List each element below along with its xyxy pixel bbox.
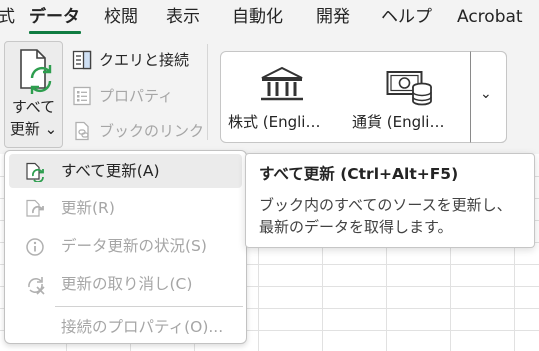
refresh-all-tooltip: すべて更新 (Ctrl+Alt+F5) ブック内のすべてのソースを更新し、 最新…	[245, 153, 535, 248]
menu-separator	[55, 306, 243, 307]
tab-formulas[interactable]: 式	[0, 5, 15, 29]
properties-label: プロパティ	[99, 87, 174, 105]
menu-item-label: すべて更新(A)	[61, 162, 160, 180]
workbook-links-label: ブックのリンク	[99, 122, 205, 140]
menu-item-label: データ更新の状況(S)	[61, 237, 207, 255]
currency-data-type-button[interactable]	[386, 68, 434, 112]
tooltip-description-line2: 最新のデータを取得します。	[259, 218, 453, 236]
stocks-label: 株式 (Engli…	[228, 113, 321, 131]
currency-label: 通貨 (Engli…	[352, 113, 445, 131]
menu-item-connection-properties[interactable]: 接続のプロパティ(O)...	[9, 310, 242, 344]
refresh-all-icon	[15, 48, 55, 100]
menu-item-cancel-refresh[interactable]: 更新の取り消し(C)	[9, 267, 242, 301]
tab-developer[interactable]: 開発	[316, 5, 350, 29]
menu-item-refresh-all[interactable]: すべて更新(A)	[9, 154, 242, 188]
info-icon	[25, 237, 45, 261]
refresh-all-label-2: 更新 ⌄	[9, 120, 58, 138]
refresh-all-button[interactable]: すべて 更新 ⌄	[4, 41, 63, 148]
menu-item-refresh[interactable]: 更新(R)	[9, 191, 242, 225]
tab-review[interactable]: 校閲	[104, 5, 138, 29]
ribbon-tab-bar: 式 データ 校閲 表示 自動化 開発 ヘルプ Acrobat	[0, 0, 539, 34]
workbook-links-icon	[72, 121, 92, 145]
tab-help[interactable]: ヘルプ	[381, 5, 432, 29]
menu-item-label: 更新の取り消し(C)	[61, 275, 193, 293]
queries-connections-label: クエリと接続	[99, 51, 190, 69]
group-separator	[207, 44, 208, 140]
tab-automate[interactable]: 自動化	[232, 5, 283, 29]
properties-icon	[72, 86, 92, 110]
tooltip-title: すべて更新 (Ctrl+Alt+F5)	[259, 165, 459, 183]
stocks-data-type-button[interactable]	[258, 66, 306, 108]
tab-view[interactable]: 表示	[166, 5, 200, 29]
menu-item-label: 接続のプロパティ(O)...	[61, 318, 224, 336]
tab-data[interactable]: データ	[29, 5, 80, 29]
refresh-all-label: すべて	[11, 98, 56, 116]
gallery-more-button[interactable]: ⌄	[470, 51, 507, 143]
cancel-refresh-icon	[25, 275, 47, 299]
refresh-icon	[25, 199, 45, 223]
tooltip-description-line1: ブック内のすべてのソースを更新し、	[259, 196, 512, 214]
stocks-bank-icon	[258, 66, 306, 108]
tab-acrobat[interactable]: Acrobat	[457, 5, 523, 29]
refresh-all-icon	[25, 162, 45, 186]
menu-item-refresh-status[interactable]: データ更新の状況(S)	[9, 229, 242, 263]
queries-connections-icon	[72, 50, 92, 74]
chevron-down-icon: ⌄	[480, 86, 492, 102]
currency-icon	[386, 71, 434, 112]
refresh-dropdown-menu: すべて更新(A) 更新(R) データ更新の状況(S) 更新の取り消し(C) 接続…	[4, 150, 247, 344]
menu-item-label: 更新(R)	[61, 199, 115, 217]
